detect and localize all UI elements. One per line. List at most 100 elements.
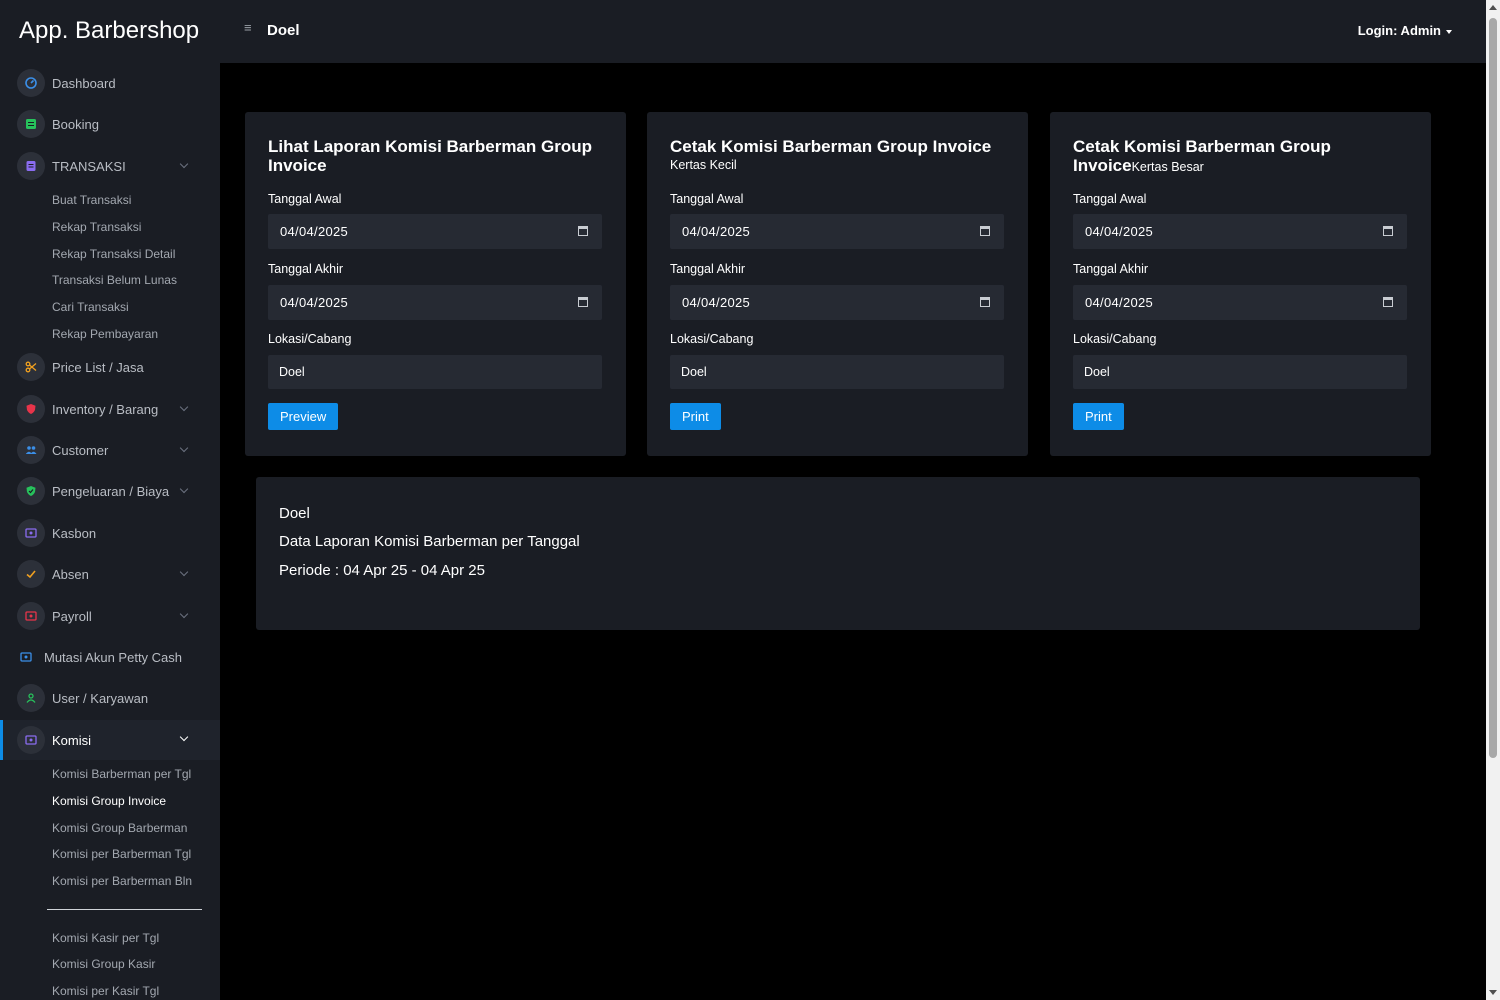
caret-down-icon	[1446, 29, 1452, 34]
scroll-thumb[interactable]	[1489, 18, 1497, 758]
start-date-label: Tanggal Awal	[670, 192, 744, 206]
app-brand[interactable]: App. Barbershop	[19, 17, 199, 45]
sidebar-item-absen[interactable]: Absen	[0, 556, 220, 592]
card-subtitle: Kertas Kecil	[670, 158, 737, 172]
scissors-icon	[17, 353, 45, 381]
end-date-input[interactable]: 04/04/2025	[1073, 285, 1407, 320]
sidebar-subitem[interactable]: Buat Transaksi	[52, 193, 131, 207]
sidebar-label: Inventory / Barang	[52, 401, 159, 417]
print-small-card: Cetak Komisi Barberman Group Invoice Kert…	[647, 112, 1028, 456]
sidebar-item-mutasi[interactable]: Mutasi Akun Petty Cash	[0, 639, 220, 675]
end-date-input[interactable]: 04/04/2025	[268, 285, 602, 320]
print-large-card: Cetak Komisi Barberman Group InvoiceKert…	[1050, 112, 1431, 456]
sidebar-item-price-list[interactable]: Price List / Jasa	[0, 349, 220, 385]
sidebar-subitem[interactable]: Rekap Transaksi	[52, 220, 141, 234]
shield-check-icon	[17, 477, 45, 505]
login-label: Login: Admin	[1357, 23, 1441, 38]
sidebar: Dashboard Booking TRANSAKSI Buat Transak…	[0, 63, 220, 1000]
sidebar-label: Payroll	[52, 608, 92, 624]
card-title: Cetak Komisi Barberman Group InvoiceKert…	[1073, 137, 1413, 177]
start-date-input[interactable]: 04/04/2025	[670, 214, 1004, 249]
card-title-text: Lihat Laporan Komisi Barberman Group Inv…	[268, 137, 592, 175]
calendar-icon[interactable]	[980, 297, 990, 307]
sidebar-subitem[interactable]: Rekap Transaksi Detail	[52, 247, 175, 261]
gauge-icon	[17, 69, 45, 97]
location-select[interactable]: Doel	[1073, 355, 1407, 389]
sidebar-item-customer[interactable]: Customer	[0, 432, 220, 468]
preview-button[interactable]: Preview	[268, 403, 339, 430]
sidebar-label: Price List / Jasa	[52, 359, 144, 375]
calendar-icon[interactable]	[980, 226, 990, 236]
page-title: Doel	[267, 22, 300, 39]
sidebar-subitem[interactable]: Komisi Group Barberman	[52, 821, 187, 835]
list-icon	[17, 110, 45, 138]
user-icon	[17, 684, 45, 712]
menu-toggle-icon[interactable]: ≡	[244, 21, 256, 34]
scroll-down-icon[interactable]	[1489, 990, 1497, 995]
location-select[interactable]: Doel	[268, 355, 602, 389]
sidebar-label: Absen	[52, 566, 89, 582]
location-value: Doel	[681, 365, 707, 379]
users-icon	[17, 436, 45, 464]
sidebar-subitem[interactable]: Transaksi Belum Lunas	[52, 273, 177, 287]
chevron-down-icon	[179, 159, 189, 169]
calendar-icon[interactable]	[578, 226, 588, 236]
chevron-down-icon	[179, 443, 189, 453]
sidebar-item-pengeluaran[interactable]: Pengeluaran / Biaya	[0, 473, 220, 509]
report-panel: Doel Data Laporan Komisi Barberman per T…	[256, 477, 1420, 630]
sidebar-item-kasbon[interactable]: Kasbon	[0, 515, 220, 551]
start-date-value: 04/04/2025	[1085, 224, 1154, 239]
money-icon	[17, 602, 45, 630]
document-icon	[17, 152, 45, 180]
location-label: Lokasi/Cabang	[1073, 332, 1157, 346]
login-dropdown[interactable]: Login: Admin	[1358, 23, 1452, 38]
sidebar-divider	[47, 909, 202, 910]
sidebar-label: Komisi	[52, 732, 92, 748]
money-icon	[12, 643, 40, 671]
sidebar-label: Dashboard	[52, 75, 116, 91]
sidebar-item-user[interactable]: User / Karyawan	[0, 680, 220, 716]
chevron-down-icon	[179, 732, 189, 742]
sidebar-label: TRANSAKSI	[52, 158, 126, 174]
sidebar-item-komisi[interactable]: Komisi	[0, 720, 220, 760]
calendar-icon[interactable]	[1383, 297, 1393, 307]
sidebar-item-inventory[interactable]: Inventory / Barang	[0, 391, 220, 427]
page-scrollbar[interactable]	[1486, 0, 1500, 1000]
sidebar-subitem[interactable]: Komisi Barberman per Tgl	[52, 767, 191, 781]
end-date-label: Tanggal Akhir	[1073, 262, 1149, 276]
money-icon	[17, 519, 45, 547]
location-label: Lokasi/Cabang	[268, 332, 352, 346]
print-button[interactable]: Print	[1073, 403, 1124, 430]
sidebar-item-transaksi[interactable]: TRANSAKSI	[0, 148, 220, 184]
sidebar-subitem[interactable]: Komisi per Barberman Tgl	[52, 847, 191, 861]
card-title: Cetak Komisi Barberman Group InvoiceKert…	[670, 137, 1010, 175]
sidebar-subitem[interactable]: Cari Transaksi	[52, 300, 129, 314]
sidebar-subitem[interactable]: Komisi per Barberman Bln	[52, 874, 192, 888]
sidebar-label: Customer	[52, 442, 109, 458]
sidebar-subitem[interactable]: Komisi Kasir per Tgl	[52, 931, 159, 945]
scroll-up-icon[interactable]	[1489, 5, 1497, 10]
sidebar-subitem[interactable]: Komisi Group Kasir	[52, 957, 155, 971]
sidebar-label: User / Karyawan	[52, 690, 149, 706]
end-date-input[interactable]: 04/04/2025	[670, 285, 1004, 320]
start-date-input[interactable]: 04/04/2025	[1073, 214, 1407, 249]
sidebar-subitem[interactable]: Komisi per Kasir Tgl	[52, 984, 159, 998]
chevron-down-icon	[179, 402, 189, 412]
start-date-label: Tanggal Awal	[1073, 192, 1147, 206]
calendar-icon[interactable]	[1383, 226, 1393, 236]
sidebar-item-dashboard[interactable]: Dashboard	[0, 65, 220, 101]
sidebar-item-booking[interactable]: Booking	[0, 106, 220, 142]
location-select[interactable]: Doel	[670, 355, 1004, 389]
check-icon	[17, 560, 45, 588]
sidebar-item-payroll[interactable]: Payroll	[0, 598, 220, 634]
top-navbar: App. Barbershop ≡ Doel Login: Admin	[0, 0, 1486, 63]
sidebar-subitem-current[interactable]: Komisi Group Invoice	[52, 794, 166, 808]
sidebar-subitem[interactable]: Rekap Pembayaran	[52, 327, 158, 341]
start-date-input[interactable]: 04/04/2025	[268, 214, 602, 249]
money-icon	[17, 726, 45, 754]
end-date-value: 04/04/2025	[280, 295, 349, 310]
calendar-icon[interactable]	[578, 297, 588, 307]
print-button[interactable]: Print	[670, 403, 721, 430]
location-value: Doel	[1084, 365, 1110, 379]
start-date-label: Tanggal Awal	[268, 192, 342, 206]
